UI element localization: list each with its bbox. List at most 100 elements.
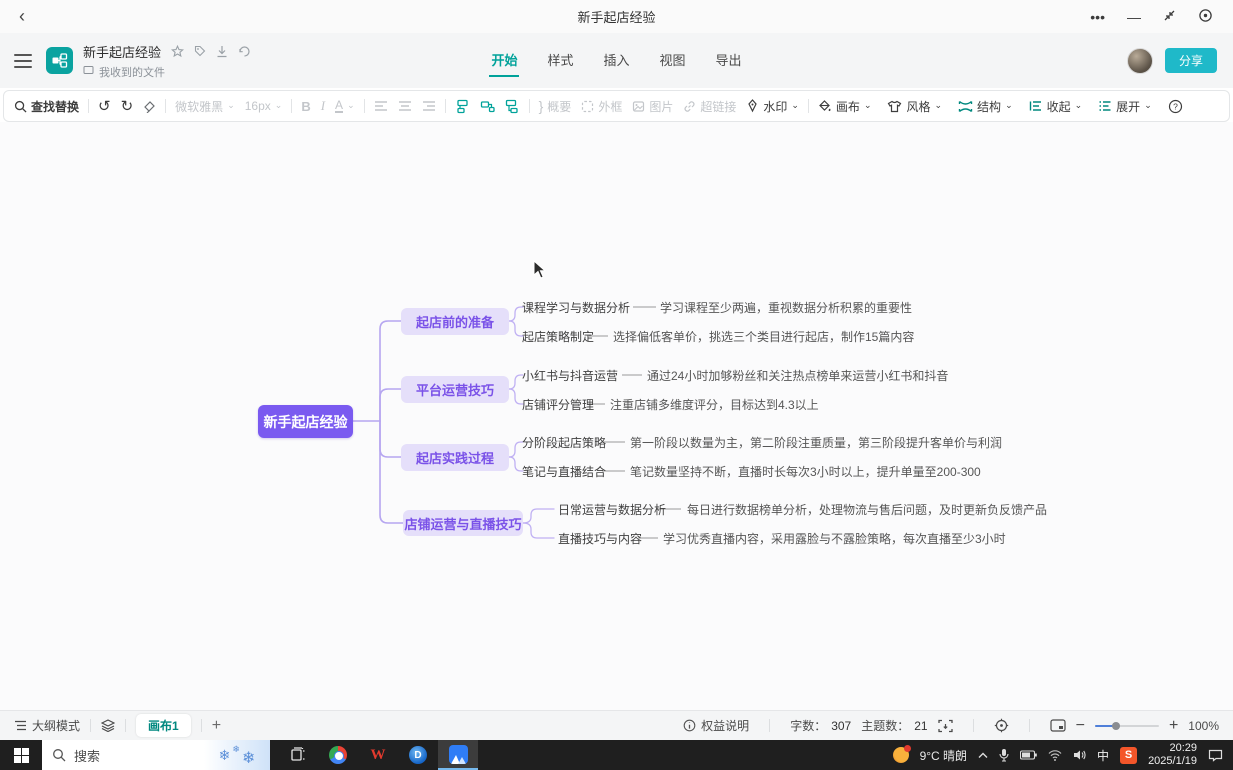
watermark-button[interactable]: 水印⌄ bbox=[746, 98, 799, 115]
font-family-select[interactable]: 微软雅黑⌄ bbox=[175, 98, 235, 115]
mindmap-connectors bbox=[0, 122, 1233, 710]
taskbar-search-input[interactable]: 搜索 ❄❄❄ bbox=[42, 740, 270, 770]
align-center-icon[interactable] bbox=[398, 100, 412, 112]
tshirt-icon bbox=[887, 100, 902, 113]
insert-child-node-icon[interactable] bbox=[480, 99, 495, 114]
branch-node-2[interactable]: 平台运营技巧 bbox=[401, 376, 509, 403]
detail-node[interactable]: 每日进行数据榜单分析，处理物流与售后问题，及时更新负反馈产品 bbox=[687, 501, 1047, 518]
expand-icon bbox=[1098, 100, 1112, 112]
browser-app-icon[interactable]: D bbox=[398, 740, 438, 770]
wifi-icon[interactable] bbox=[1048, 750, 1062, 761]
tab-style[interactable]: 样式 bbox=[545, 44, 575, 77]
info-icon bbox=[683, 719, 696, 732]
collapse-button[interactable]: 收起⌄ bbox=[1029, 98, 1083, 115]
zoom-level: 100% bbox=[1188, 719, 1219, 733]
detail-node[interactable]: 第一阶段以数量为主，第二阶段注重质量，第三阶段提升客单价与利润 bbox=[630, 434, 1002, 451]
battery-icon[interactable] bbox=[1020, 750, 1037, 760]
search-icon bbox=[52, 748, 66, 762]
tab-insert[interactable]: 插入 bbox=[601, 44, 631, 77]
canvas-settings-button[interactable]: 画布⌄ bbox=[818, 98, 872, 115]
task-view-button[interactable] bbox=[278, 740, 318, 770]
share-button[interactable]: 分享 bbox=[1165, 48, 1217, 73]
hidden-icons-chevron[interactable] bbox=[978, 752, 988, 759]
tab-export[interactable]: 导出 bbox=[714, 44, 744, 77]
minimap-button[interactable] bbox=[1050, 719, 1066, 732]
branch-node-3[interactable]: 起店实践过程 bbox=[401, 444, 509, 471]
notification-center-icon[interactable] bbox=[1208, 749, 1223, 762]
zoom-slider[interactable] bbox=[1095, 725, 1159, 727]
bold-button[interactable]: B bbox=[301, 99, 310, 114]
ribbon-tabs: 开始 样式 插入 视图 导出 bbox=[0, 44, 1233, 77]
link-icon bbox=[683, 100, 696, 113]
detail-node[interactable]: 通过24小时加够粉丝和关注热点榜单来运营小红书和抖音 bbox=[647, 367, 948, 384]
brace-icon: } bbox=[539, 98, 544, 114]
summary-button[interactable]: }概要 bbox=[539, 98, 572, 115]
detail-node[interactable]: 学习课程至少两遍，重视数据分析积累的重要性 bbox=[660, 299, 912, 316]
subtopic-node[interactable]: 分阶段起店策略 bbox=[522, 434, 606, 451]
structure-button[interactable]: 结构⌄ bbox=[958, 98, 1013, 115]
image-button[interactable]: 图片 bbox=[632, 98, 673, 115]
ime-indicator[interactable]: 中 bbox=[1097, 747, 1109, 764]
help-button[interactable]: ? bbox=[1168, 99, 1183, 114]
outline-mode-button[interactable]: 大纲模式 bbox=[14, 717, 80, 734]
style-button[interactable]: 风格⌄ bbox=[887, 98, 942, 115]
chrome-icon[interactable] bbox=[318, 740, 358, 770]
clock-date: 2025/1/19 bbox=[1148, 755, 1197, 768]
redo-button[interactable]: ↻ bbox=[121, 97, 134, 115]
zoom-out-button[interactable]: − bbox=[1076, 717, 1085, 735]
expand-button[interactable]: 展开⌄ bbox=[1098, 98, 1152, 115]
subtopic-node[interactable]: 直播技巧与内容 bbox=[558, 530, 642, 547]
restore-button[interactable] bbox=[1163, 9, 1176, 24]
subtopic-node[interactable]: 店铺评分管理 bbox=[522, 396, 594, 413]
tab-view[interactable]: 视图 bbox=[658, 44, 688, 77]
branch-node-4[interactable]: 店铺运营与直播技巧 bbox=[403, 510, 523, 536]
fit-screen-button[interactable] bbox=[938, 719, 953, 733]
font-color-button[interactable]: A⌄ bbox=[335, 99, 355, 113]
avatar[interactable] bbox=[1127, 48, 1153, 74]
sogou-ime-icon[interactable]: S bbox=[1120, 747, 1137, 764]
zoom-in-button[interactable]: + bbox=[1169, 717, 1178, 735]
find-replace-button[interactable]: 查找替换 bbox=[14, 98, 79, 115]
weather-text[interactable]: 9°C 晴朗 bbox=[920, 747, 967, 764]
locate-center-button[interactable] bbox=[994, 718, 1009, 733]
detail-node[interactable]: 学习优秀直播内容，采用露脸与不露脸策略，每次直播至少3小时 bbox=[663, 530, 1006, 547]
insert-parent-node-icon[interactable] bbox=[505, 99, 520, 114]
subtopic-node[interactable]: 日常运营与数据分析 bbox=[558, 501, 666, 518]
pin-target-button[interactable] bbox=[1198, 8, 1213, 25]
weather-icon[interactable] bbox=[893, 747, 909, 763]
rights-info-button[interactable]: 权益说明 bbox=[683, 717, 749, 734]
subtopic-node[interactable]: 课程学习与数据分析 bbox=[522, 299, 630, 316]
back-button[interactable]: ‹ bbox=[0, 6, 44, 27]
undo-button[interactable]: ↺ bbox=[98, 97, 111, 115]
branch-node-1[interactable]: 起店前的准备 bbox=[401, 308, 509, 335]
insert-sibling-node-icon[interactable] bbox=[455, 99, 470, 114]
more-options-button[interactable]: ••• bbox=[1090, 10, 1105, 24]
outline-icon bbox=[14, 720, 27, 731]
mindmap-canvas[interactable]: 新手起店经验 起店前的准备 平台运营技巧 起店实践过程 店铺运营与直播技巧 课程… bbox=[0, 122, 1233, 710]
frame-button[interactable]: 外框 bbox=[581, 98, 622, 115]
root-topic-node[interactable]: 新手起店经验 bbox=[258, 405, 353, 438]
subtopic-node[interactable]: 笔记与直播结合 bbox=[522, 463, 606, 480]
mindmap-app-icon[interactable] bbox=[438, 740, 478, 770]
italic-button[interactable]: I bbox=[321, 98, 325, 114]
detail-node[interactable]: 选择偏低客单价，挑选三个类目进行起店，制作15篇内容 bbox=[613, 328, 914, 345]
add-canvas-button[interactable]: + bbox=[212, 717, 221, 735]
detail-node[interactable]: 笔记数量坚持不断，直播时长每次3小时以上，提升单量至200-300 bbox=[630, 463, 981, 480]
detail-node[interactable]: 注重店铺多维度评分，目标达到4.3以上 bbox=[610, 396, 819, 413]
speaker-icon[interactable] bbox=[1073, 749, 1086, 761]
align-left-icon[interactable] bbox=[374, 100, 388, 112]
layers-icon[interactable] bbox=[101, 719, 115, 732]
microphone-icon[interactable] bbox=[999, 748, 1009, 762]
subtopic-node[interactable]: 小红书与抖音运营 bbox=[522, 367, 618, 384]
windows-start-button[interactable] bbox=[0, 740, 42, 770]
subtopic-node[interactable]: 起店策略制定 bbox=[522, 328, 594, 345]
canvas-tab-1[interactable]: 画布1 bbox=[136, 714, 191, 737]
taskbar-clock[interactable]: 20:29 2025/1/19 bbox=[1148, 742, 1197, 768]
tab-start[interactable]: 开始 bbox=[489, 44, 519, 77]
wps-icon[interactable]: W bbox=[358, 740, 398, 770]
align-right-icon[interactable] bbox=[422, 100, 436, 112]
hyperlink-button[interactable]: 超链接 bbox=[683, 98, 736, 115]
font-size-select[interactable]: 16px⌄ bbox=[245, 99, 283, 113]
minimize-button[interactable]: — bbox=[1127, 10, 1141, 24]
format-painter-button[interactable] bbox=[143, 100, 156, 113]
